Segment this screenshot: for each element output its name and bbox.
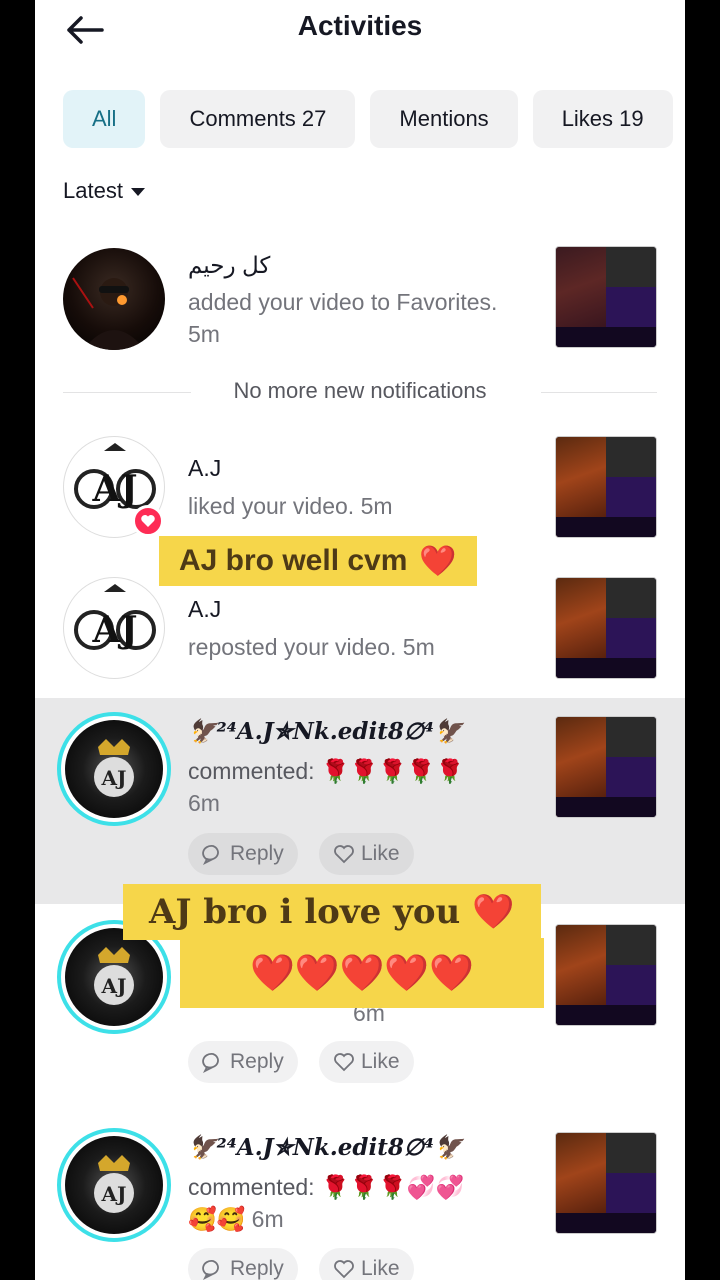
like-button[interactable]: Like bbox=[319, 1248, 414, 1280]
notification-time: 🥰🥰 6m bbox=[188, 1206, 284, 1232]
sticker-text: AJ bro well cvm bbox=[179, 544, 408, 577]
notification-text: reposted your video. 5m bbox=[188, 634, 435, 660]
notification-time: 6m bbox=[188, 790, 220, 816]
heart-outline-icon bbox=[334, 1053, 354, 1072]
svg-text:AJ: AJ bbox=[92, 609, 138, 651]
like-label: Like bbox=[361, 1050, 400, 1073]
svg-text:AJ: AJ bbox=[101, 1182, 127, 1206]
sort-dropdown[interactable]: Latest bbox=[63, 178, 145, 204]
svg-text:AJ: AJ bbox=[101, 766, 127, 790]
video-thumbnail[interactable] bbox=[555, 577, 657, 679]
notification-username[interactable]: A.J bbox=[188, 596, 221, 623]
svg-text:AJ: AJ bbox=[92, 468, 138, 510]
sticker-hearts: ❤️❤️❤️❤️❤️ bbox=[249, 952, 475, 994]
like-label: Like bbox=[361, 842, 400, 865]
avatar[interactable]: AJ bbox=[57, 712, 171, 826]
reply-button[interactable]: Reply bbox=[188, 1248, 298, 1280]
video-thumbnail[interactable] bbox=[555, 246, 657, 348]
overlay-sticker-3: ❤️❤️❤️❤️❤️ bbox=[180, 938, 544, 1008]
reply-button[interactable]: Reply bbox=[188, 1041, 298, 1083]
avatar[interactable]: AJ bbox=[57, 1128, 171, 1242]
reply-label: Reply bbox=[230, 842, 284, 865]
notification-text: added your video to Favorites. 5m bbox=[188, 289, 498, 347]
video-thumbnail[interactable] bbox=[555, 1132, 657, 1234]
heart-emoji-icon: ❤️ bbox=[472, 892, 515, 932]
notification-username[interactable]: کل رحیم bbox=[188, 252, 270, 279]
sort-label: Latest bbox=[63, 178, 123, 203]
avatar[interactable] bbox=[63, 248, 165, 350]
like-button[interactable]: Like bbox=[319, 1041, 414, 1083]
comment-bubble-icon bbox=[202, 1053, 219, 1073]
comment-bubble-icon bbox=[202, 1260, 219, 1280]
like-button[interactable]: Like bbox=[319, 833, 414, 875]
page-title: Activities bbox=[297, 10, 423, 41]
dropdown-triangle-icon bbox=[130, 188, 145, 196]
filter-tabs: All Comments 27 Mentions Likes 19 bbox=[63, 90, 673, 148]
reply-label: Reply bbox=[230, 1050, 284, 1073]
heart-emoji-icon: ❤️ bbox=[419, 544, 457, 578]
heart-outline-icon bbox=[334, 1260, 354, 1279]
overlay-sticker-2: AJ bro i love you ❤️ bbox=[123, 884, 541, 940]
like-label: Like bbox=[361, 1257, 400, 1280]
activities-screen: Activities All Comments 27 Mentions Like… bbox=[35, 0, 685, 1280]
avatar[interactable]: AJ bbox=[63, 577, 165, 679]
reply-label: Reply bbox=[230, 1257, 284, 1280]
reply-button[interactable]: Reply bbox=[188, 833, 298, 875]
notification-username[interactable]: 🦅²⁴𝑨.𝑱✯𝑵𝒌.𝒆𝒅𝒊𝒕8∅⁴🦅 bbox=[188, 718, 463, 745]
heart-badge-icon bbox=[132, 505, 164, 537]
tab-mentions[interactable]: Mentions bbox=[370, 90, 518, 148]
divider bbox=[541, 392, 657, 393]
comment-bubble-icon bbox=[202, 845, 219, 865]
notification-username[interactable]: A.J bbox=[188, 455, 221, 482]
notification-text: commented: 🌹🌹🌹🌹🌹 bbox=[188, 758, 465, 784]
notification-username[interactable]: 🦅²⁴𝑨.𝑱✯𝑵𝒌.𝒆𝒅𝒊𝒕8∅⁴🦅 bbox=[188, 1134, 463, 1161]
no-more-notifications: No more new notifications bbox=[233, 378, 487, 403]
tab-all[interactable]: All bbox=[63, 90, 146, 148]
video-thumbnail[interactable] bbox=[555, 716, 657, 818]
heart-outline-icon bbox=[334, 845, 354, 864]
video-thumbnail[interactable] bbox=[555, 924, 657, 1026]
sticker-text: AJ bro i love you bbox=[149, 892, 461, 932]
video-thumbnail[interactable] bbox=[555, 436, 657, 538]
notification-text: liked your video. 5m bbox=[188, 493, 393, 519]
overlay-sticker-1: AJ bro well cvm ❤️ bbox=[159, 536, 477, 586]
tab-comments[interactable]: Comments 27 bbox=[160, 90, 356, 148]
tab-likes[interactable]: Likes 19 bbox=[532, 90, 673, 148]
svg-text:AJ: AJ bbox=[101, 974, 127, 998]
notification-text: commented: 🌹🌹🌹💞💞 bbox=[188, 1174, 465, 1200]
